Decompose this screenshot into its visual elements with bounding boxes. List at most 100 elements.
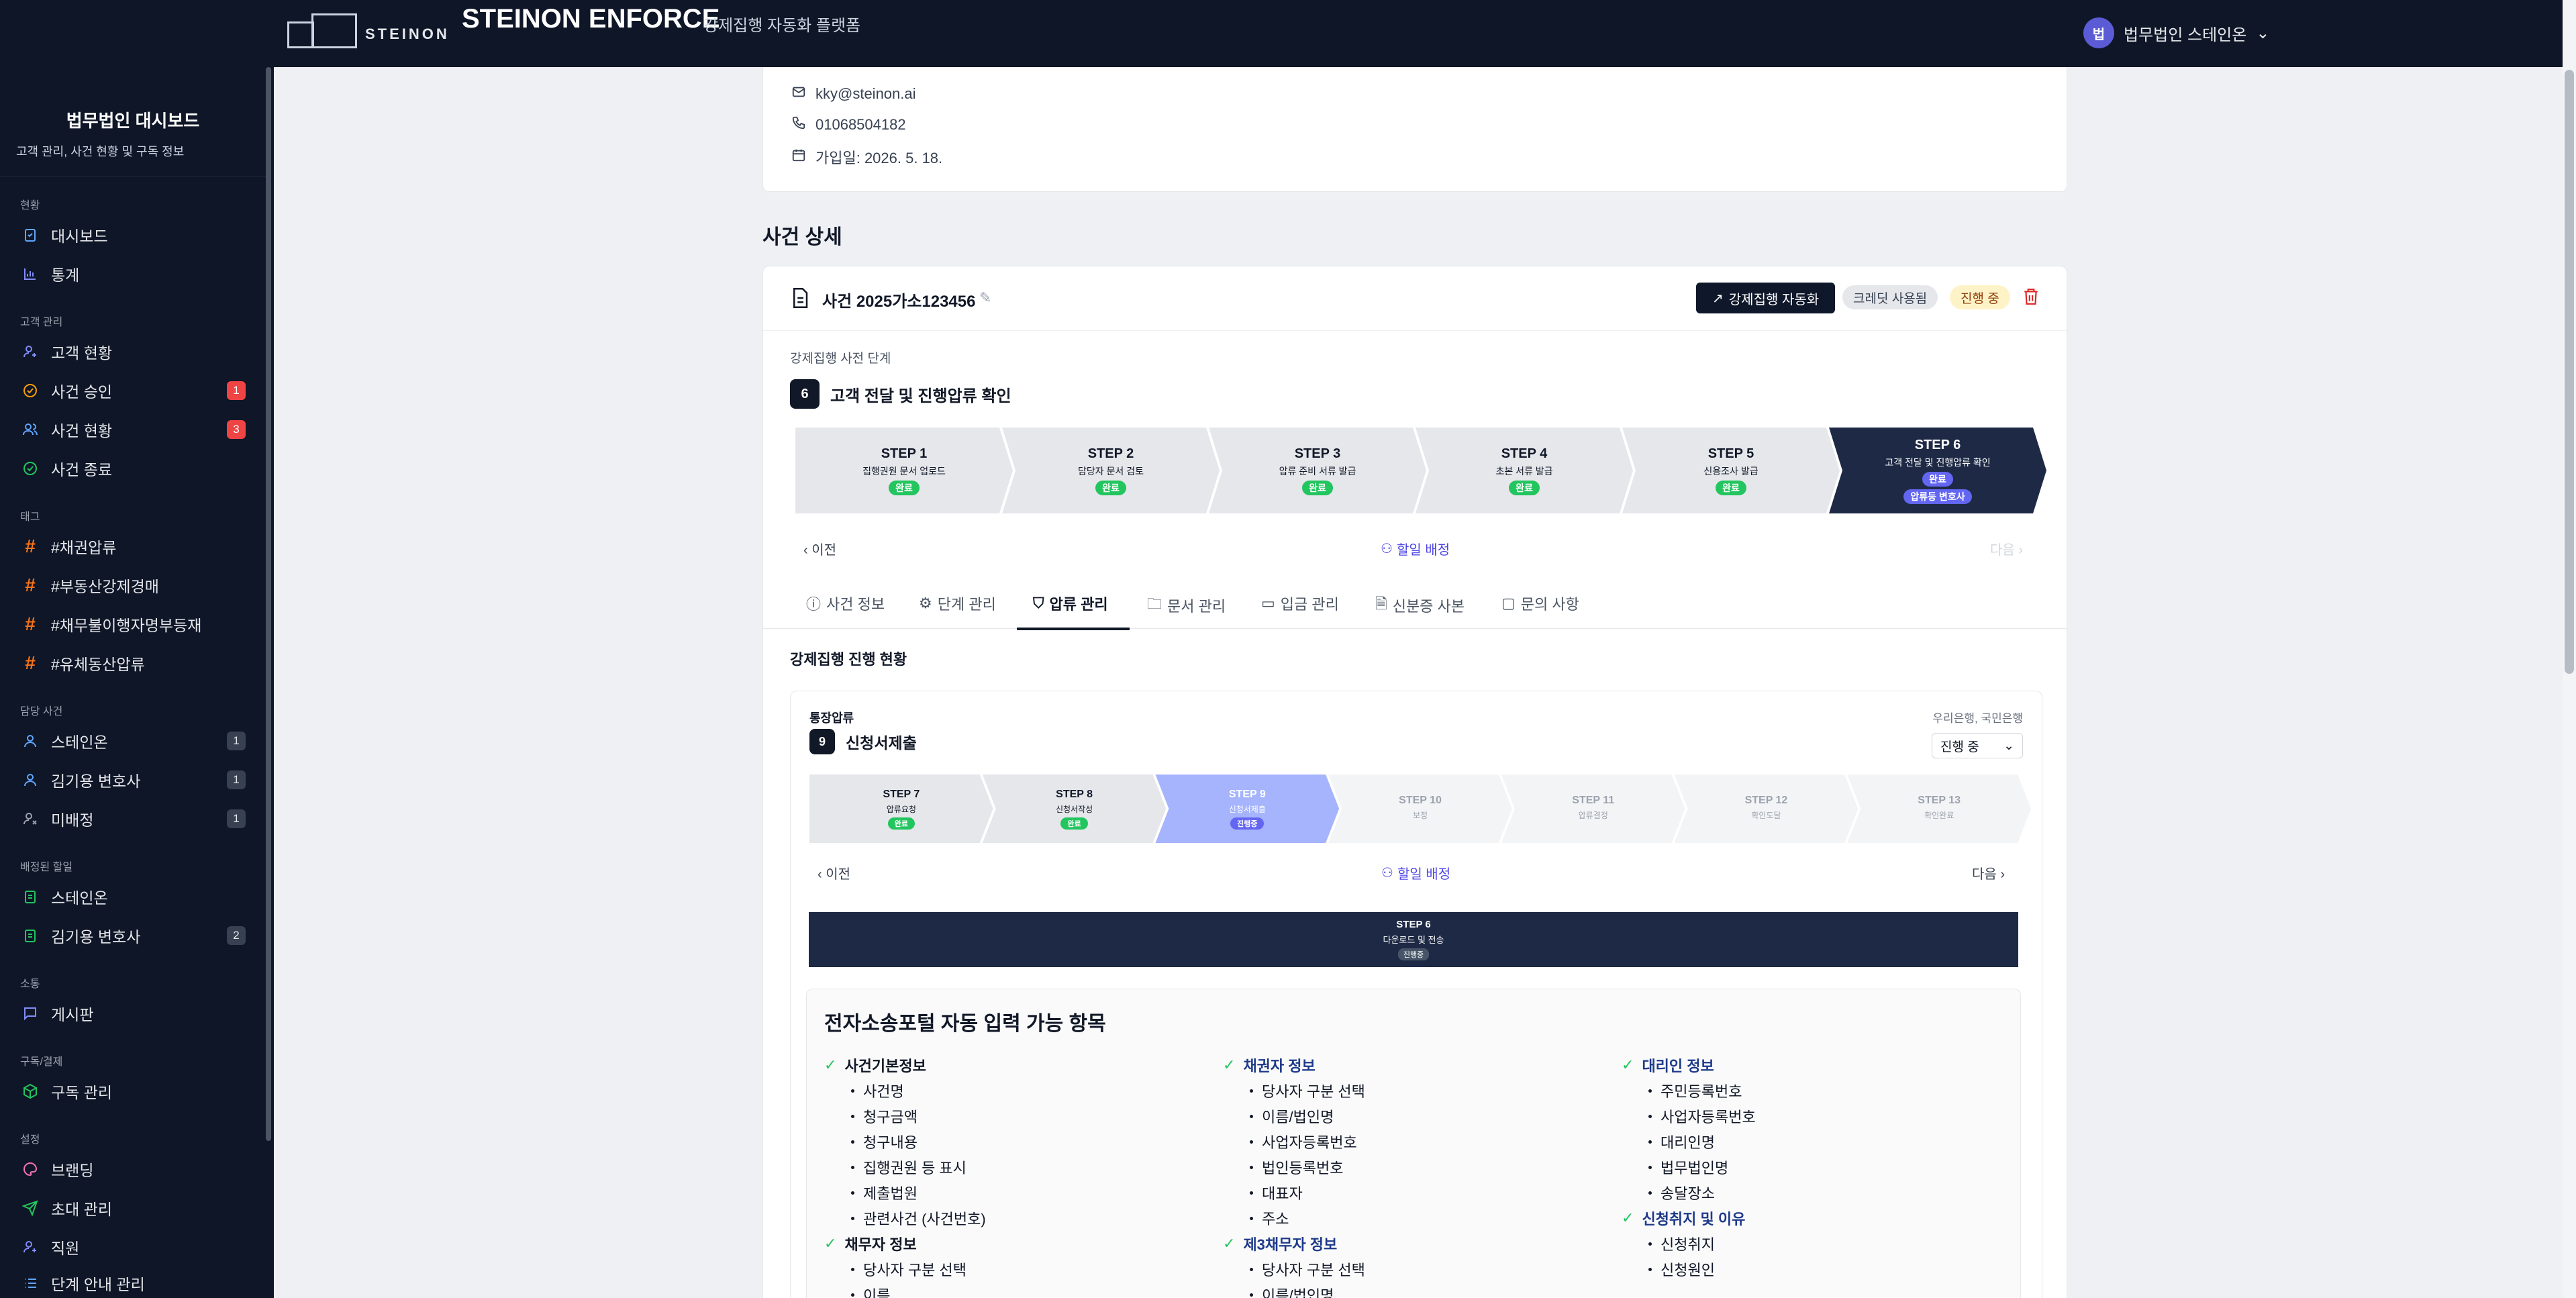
hash-icon: # xyxy=(25,613,36,634)
sidebar-item-invite[interactable]: 초대 관리 xyxy=(20,1195,248,1221)
section-comm: 소통 xyxy=(20,979,40,990)
check-icon: ✓ xyxy=(824,1056,837,1073)
sidebar-item-clients[interactable]: 고객 현황 xyxy=(20,338,248,365)
check-icon: ✓ xyxy=(1223,1056,1236,1073)
section-billing: 구독/결제 xyxy=(20,1056,63,1068)
sidebar-item-tag[interactable]: # #채무불이행자명부등재 xyxy=(20,611,248,638)
sidebar-item-case-status[interactable]: 사건 현황 3 xyxy=(20,416,248,443)
tab-case-info[interactable]: ⓘ 사건 정보 xyxy=(806,593,885,614)
avatar: 법 xyxy=(2083,17,2114,48)
sidebar-item-tag[interactable]: # #채권압류 xyxy=(20,533,248,560)
step-item[interactable]: STEP 7 압류요청 완료 xyxy=(809,775,993,843)
tab-document-manage[interactable]: 🗀 문서 관리 xyxy=(1147,593,1226,618)
user-menu[interactable]: 법 법무법인 스테인온 ⌄ xyxy=(2083,17,2269,48)
field-item: 청구금액 xyxy=(824,1103,1200,1129)
phone-icon xyxy=(791,115,806,134)
sidebar-item-stats[interactable]: 통계 xyxy=(20,260,248,287)
step-item[interactable]: STEP 6 고객 전달 및 진행압류 확인 완료 압류등 변호사 xyxy=(1829,428,2046,513)
clipboard-icon xyxy=(20,225,40,245)
tab-bar: ⓘ 사건 정보 ⚙ 단계 관리 ⛉ 압류 관리 🗀 문서 관리 ▭ 입금 관리 🗎 신분증 … xyxy=(763,578,2067,629)
check-circle-icon xyxy=(20,458,40,479)
step-item[interactable]: STEP 4 초본 서류 발급 완료 xyxy=(1416,428,1633,513)
check-icon: ✓ xyxy=(824,1235,837,1252)
sidebar-item-task[interactable]: 김기용 변호사 2 xyxy=(20,922,248,949)
field-column: ✓ 사건기본정보 사건명 청구금액 청구내용 집행권원 등 표시 제출법원 관련사건 (사건번… xyxy=(824,1052,1200,1298)
sidebar-item-dashboard[interactable]: 대시보드 xyxy=(20,221,248,248)
count-badge: 3 xyxy=(227,420,246,439)
users-icon: ⚇ xyxy=(1381,542,1393,556)
step-item[interactable]: STEP 13 확인완료 xyxy=(1847,775,2031,843)
step-item[interactable]: STEP 2 담당자 문서 검토 완료 xyxy=(1002,428,1220,513)
next-button[interactable]: 다음 › xyxy=(1972,863,2005,883)
step-item[interactable]: STEP 11 압류결정 xyxy=(1501,775,1685,843)
case-number: 사건 2025가소123456 xyxy=(822,293,976,311)
sidebar-item-guide[interactable]: 단계 안내 관리 xyxy=(20,1270,248,1297)
count-badge: 1 xyxy=(227,732,246,750)
tab-step-manage[interactable]: ⚙ 단계 관리 xyxy=(919,593,996,614)
step-item[interactable]: STEP 3 압류 준비 서류 발급 완료 xyxy=(1209,428,1426,513)
field-item: 신청취지 xyxy=(1622,1231,1997,1256)
step-status-chip: 완료 xyxy=(1302,481,1333,495)
field-group-header: ✓ 제3채무자 정보 xyxy=(1223,1235,1338,1253)
step-label: STEP 5 xyxy=(1707,446,1754,461)
sidebar-item-assignee[interactable]: 김기용 변호사 1 xyxy=(20,766,248,793)
sidebar-item-tag[interactable]: # #유체동산압류 xyxy=(20,650,248,677)
sidebar-item-case-done[interactable]: 사건 종료 xyxy=(20,455,248,482)
tab-seizure-manage[interactable]: ⛉ 압류 관리 xyxy=(1033,593,1108,614)
step-item[interactable]: STEP 12 확인도달 xyxy=(1675,775,1859,843)
sidebar-item-case-approval[interactable]: 사건 승인 1 xyxy=(20,377,248,404)
field-column: ✓ 채권자 정보 당사자 구분 선택 이름/법인명 사업자등록번호 법인등록번호 대표자 주소… xyxy=(1223,1052,1599,1298)
auto-enforce-button[interactable]: ↗ 강제집행 자동화 xyxy=(1696,283,1836,313)
prev-button[interactable]: ‹ 이전 xyxy=(803,539,836,558)
assign-task-button[interactable]: ⚇ 할일 배정 xyxy=(1381,863,1450,883)
field-item: 사업자등록번호 xyxy=(1622,1103,1997,1129)
count-badge: 2 xyxy=(227,926,246,945)
field-group-header: ✓ 신청취지 및 이유 xyxy=(1622,1209,1746,1228)
section-status: 현황 xyxy=(20,200,40,211)
step-desc: 집행권원 문서 업로드 xyxy=(862,465,946,477)
scrollbar-thumb[interactable] xyxy=(2565,70,2574,674)
assign-task-button[interactable]: ⚇ 할일 배정 xyxy=(1381,539,1450,558)
user-icon xyxy=(20,731,40,751)
user-plus-icon xyxy=(20,342,40,362)
sidebar-item-unassigned[interactable]: 미배정 1 xyxy=(20,805,248,832)
status-select[interactable]: 진행 중 ⌄ xyxy=(1932,733,2023,758)
sidebar-item-staff[interactable]: 직원 xyxy=(20,1234,248,1260)
stage-number: 6 xyxy=(790,379,820,409)
step-item[interactable]: STEP 10 보정 xyxy=(1328,775,1512,843)
sidebar-item-task[interactable]: 스테인온 xyxy=(20,883,248,910)
count-badge: 1 xyxy=(227,770,246,789)
tab-inquiry[interactable]: ▢ 문의 사항 xyxy=(1501,593,1579,614)
step-item[interactable]: STEP 1 집행권원 문서 업로드 완료 xyxy=(795,428,1013,513)
chart-icon xyxy=(20,264,40,284)
prev-button[interactable]: ‹ 이전 xyxy=(818,863,850,883)
logo-icon[interactable] xyxy=(287,13,357,48)
logo-text: STEINON xyxy=(365,26,450,42)
sidebar-item-tag[interactable]: # #부동산강제경매 xyxy=(20,572,248,599)
step-item[interactable]: STEP 9 신청서제출 진행중 xyxy=(1155,775,1339,843)
external-link-icon: ↗ xyxy=(1712,291,1724,306)
sidebar-item-board[interactable]: 게시판 xyxy=(20,1000,248,1027)
sidebar-item-assignee[interactable]: 스테인온 1 xyxy=(20,728,248,754)
sidebar-item-branding[interactable]: 브랜딩 xyxy=(20,1156,248,1183)
step-item[interactable]: STEP 8 신청서작성 완료 xyxy=(983,775,1167,843)
page-scrollbar[interactable] xyxy=(2563,0,2576,1298)
step-desc: 고객 전달 및 진행압류 확인 xyxy=(1885,456,1991,468)
trash-icon[interactable] xyxy=(2022,287,2040,310)
edit-icon[interactable]: ✎ xyxy=(979,289,991,307)
next-button[interactable]: 다음 › xyxy=(1990,539,2023,558)
step-desc: 압류 준비 서류 발급 xyxy=(1279,465,1356,477)
sidebar-item-subscription[interactable]: 구독 관리 xyxy=(20,1078,248,1105)
field-item: 주소 xyxy=(1223,1205,1599,1231)
step-desc: 신용조사 발급 xyxy=(1703,465,1758,477)
clipboard-list-icon xyxy=(20,926,40,946)
tab-payment-manage[interactable]: ▭ 입금 관리 xyxy=(1261,593,1339,614)
tab-id-copy[interactable]: 🗎 신분증 사본 xyxy=(1375,593,1465,618)
hash-icon: # xyxy=(25,575,36,595)
case-header: 사건 2025가소123456 ✎ ↗ 강제집행 자동화 크레딧 사용됨 진행 중 xyxy=(763,266,2067,331)
gear-icon: ⚙ xyxy=(919,595,932,611)
message-icon xyxy=(20,1003,40,1024)
sidebar-scrollbar[interactable] xyxy=(266,67,271,1141)
field-item: 사업자등록번호 xyxy=(1223,1129,1599,1154)
step-item[interactable]: STEP 5 신용조사 발급 완료 xyxy=(1622,428,1840,513)
